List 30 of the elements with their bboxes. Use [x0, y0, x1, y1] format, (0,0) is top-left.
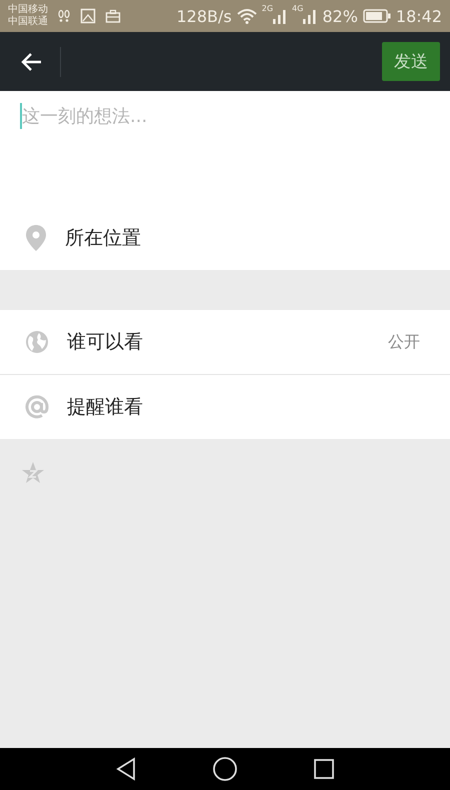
globe-icon: [25, 330, 49, 354]
location-row[interactable]: 所在位置: [0, 205, 450, 270]
row-label: 提醒谁看: [67, 395, 143, 420]
carrier-name: 中国联通: [8, 16, 48, 28]
network-type: 4G: [292, 4, 304, 13]
row-value: 公开: [388, 332, 420, 352]
recents-square-icon[interactable]: [313, 758, 335, 780]
battery-percent: 82%: [322, 6, 358, 26]
send-button[interactable]: 发送: [382, 42, 440, 81]
location-pin-icon: [25, 224, 47, 252]
back-triangle-icon[interactable]: [115, 757, 137, 781]
at-sign-icon: [25, 395, 49, 419]
option-row[interactable]: 谁可以看 公开: [0, 310, 450, 374]
home-circle-icon[interactable]: [212, 756, 238, 782]
row-label: 谁可以看: [67, 330, 143, 355]
battery-icon: [362, 9, 391, 23]
carrier-name: 中国移动: [8, 4, 48, 16]
wifi-icon: [236, 8, 257, 24]
footprints-icon: [57, 9, 71, 23]
clock: 18:42: [396, 6, 442, 26]
network-type: 2G: [262, 4, 274, 13]
back-icon[interactable]: [20, 52, 42, 72]
briefcase-icon: [105, 9, 121, 23]
signal-icon: [303, 8, 318, 24]
option-row[interactable]: 提醒谁看: [0, 374, 450, 439]
signal-icon: [273, 8, 288, 24]
row-label: 所在位置: [65, 226, 141, 250]
network-speed: 128B/s: [176, 6, 232, 26]
image-icon: [80, 8, 96, 24]
star-icon[interactable]: [21, 461, 45, 485]
